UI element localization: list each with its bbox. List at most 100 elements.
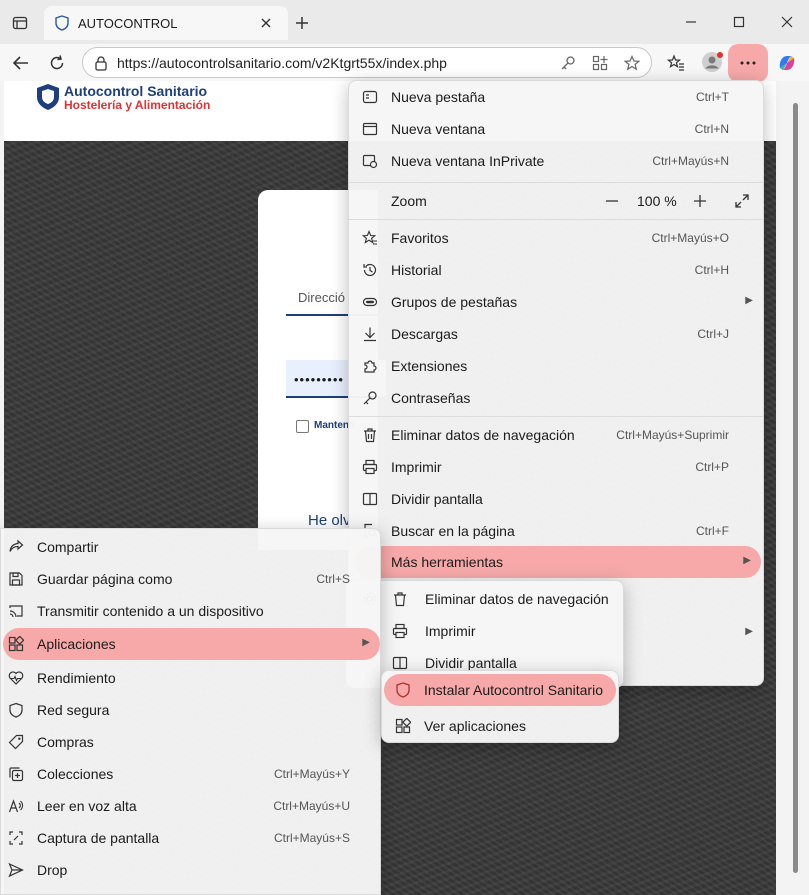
profile-avatar[interactable] xyxy=(700,50,724,74)
menu-item-extensions[interactable]: Extensiones xyxy=(349,350,763,382)
drop-icon xyxy=(7,861,25,879)
menu-item-shortcut: Ctrl+S xyxy=(316,572,350,586)
more-tools-menu-left: Compartir Guardar página como Ctrl+S Tra… xyxy=(0,528,381,895)
trash-icon xyxy=(391,590,409,608)
refresh-button[interactable] xyxy=(44,50,70,76)
menu-item-new-window[interactable]: Nueva ventana Ctrl+N xyxy=(349,113,763,145)
secure-network-icon xyxy=(7,701,25,719)
menu-item-label: Nueva ventana InPrivate xyxy=(391,153,545,169)
favorites-bar-icon[interactable] xyxy=(664,51,688,75)
back-button[interactable] xyxy=(8,50,34,76)
menu-item-shortcut: Ctrl+Mayús+S xyxy=(273,831,350,845)
menu-item-label: Dividir pantalla xyxy=(425,655,517,671)
tab-bar: AUTOCONTROL xyxy=(0,0,809,44)
menu-item-label: Compartir xyxy=(37,539,99,555)
new-tab-button[interactable] xyxy=(290,12,314,34)
site-logo-subtitle: Hostelería y Alimentación xyxy=(64,98,211,112)
fullscreen-icon[interactable] xyxy=(733,192,751,210)
menu-item-history[interactable]: Historial Ctrl+H xyxy=(349,254,763,286)
collections-icon xyxy=(7,765,25,783)
read-aloud-icon xyxy=(7,797,25,815)
password-key-icon[interactable] xyxy=(559,54,577,72)
shopping-tag-icon xyxy=(7,733,25,751)
menu-item-label: Nueva pestaña xyxy=(391,89,486,105)
url-text[interactable]: https://autocontrolsanitario.com/v2Ktgrt… xyxy=(117,55,447,71)
maximize-button[interactable] xyxy=(724,10,754,34)
menu-item-label: Captura de pantalla xyxy=(37,830,160,846)
address-bar[interactable]: https://autocontrolsanitario.com/v2Ktgrt… xyxy=(82,47,652,78)
zoom-row: Zoom 100 % xyxy=(349,184,763,218)
menu-item-apps[interactable]: Aplicaciones ▶ xyxy=(3,628,380,660)
site-logo-shield-icon xyxy=(34,81,62,113)
lock-icon[interactable] xyxy=(93,55,109,71)
menu-item-shortcut: Ctrl+T xyxy=(696,90,729,104)
menu-item-split-screen[interactable]: Dividir pantalla xyxy=(349,483,763,515)
menu-item-secure-network[interactable]: Red segura xyxy=(1,694,380,726)
trash-icon xyxy=(361,426,379,444)
menu-item-view-apps[interactable]: Ver aplicaciones xyxy=(382,710,618,742)
zoom-in-button[interactable] xyxy=(691,192,709,210)
close-window-button[interactable] xyxy=(772,10,802,34)
menu-item-favorites[interactable]: Favoritos Ctrl+Mayús+O xyxy=(349,222,763,254)
menu-item-shortcut: Ctrl+P xyxy=(695,460,729,474)
more-dots-icon xyxy=(738,58,758,68)
menu-item-shopping[interactable]: Compras xyxy=(1,726,380,758)
menu-item-label: Más herramientas xyxy=(391,554,504,570)
menu-item-new-tab[interactable]: Nueva pestaña Ctrl+T xyxy=(349,81,763,113)
favorite-star-icon[interactable] xyxy=(623,54,641,72)
menu-item-drop[interactable]: Drop xyxy=(1,854,380,886)
close-tab-icon[interactable] xyxy=(258,15,274,31)
cast-icon xyxy=(7,602,25,620)
zoom-value: 100 % xyxy=(637,193,677,209)
menu-item-share[interactable]: Compartir xyxy=(1,531,380,563)
menu-item-clear-browsing-data[interactable]: Eliminar datos de navegación Ctrl+Mayús+… xyxy=(349,419,763,451)
keep-session-checkbox[interactable] xyxy=(296,420,309,433)
menu-item-label: Favoritos xyxy=(391,230,449,246)
site-favicon-icon xyxy=(54,15,70,31)
menu-item-label: Nueva ventana xyxy=(391,121,486,137)
menu-item-find-on-page[interactable]: Buscar en la página Ctrl+F xyxy=(349,515,763,547)
menu-item-install-site-app[interactable]: Instalar Autocontrol Sanitario xyxy=(384,674,616,706)
menu-item-clear-browsing-data[interactable]: Eliminar datos de navegación xyxy=(347,583,623,615)
menu-divider xyxy=(349,182,763,183)
menu-item-screenshot[interactable]: Captura de pantalla Ctrl+Mayús+S xyxy=(1,822,380,854)
menu-item-tab-groups[interactable]: Grupos de pestañas ▶ xyxy=(349,286,763,318)
print-icon xyxy=(391,622,409,640)
scrollbar-thumb[interactable] xyxy=(793,103,798,873)
menu-item-cast[interactable]: Transmitir contenido a un dispositivo xyxy=(1,595,380,627)
menu-item-collections[interactable]: Colecciones Ctrl+Mayús+Y xyxy=(1,758,380,790)
inprivate-icon xyxy=(361,152,379,170)
menu-item-more-tools[interactable]: Más herramientas ▶ xyxy=(355,546,761,578)
menu-item-downloads[interactable]: Descargas Ctrl+J xyxy=(349,318,763,350)
menu-item-label: Eliminar datos de navegación xyxy=(425,591,609,607)
menu-item-shortcut: Ctrl+Mayús+N xyxy=(652,154,729,168)
menu-item-new-inprivate-window[interactable]: Nueva ventana InPrivate Ctrl+Mayús+N xyxy=(349,145,763,177)
copilot-icon[interactable] xyxy=(775,51,799,75)
tab-autocontrol[interactable]: AUTOCONTROL xyxy=(44,6,288,40)
menu-item-passwords[interactable]: Contraseñas xyxy=(349,382,763,414)
vertical-scrollbar[interactable] xyxy=(790,81,804,895)
menu-item-print[interactable]: Imprimir Ctrl+P xyxy=(349,451,763,483)
menu-item-label: Extensiones xyxy=(391,358,468,374)
menu-item-shortcut: Ctrl+Mayús+O xyxy=(651,231,729,245)
menu-item-label: Buscar en la página xyxy=(391,523,515,539)
app-available-icon[interactable] xyxy=(591,54,609,72)
menu-divider xyxy=(349,219,763,220)
tab-actions-icon[interactable] xyxy=(8,12,32,34)
menu-item-label: Rendimiento xyxy=(37,670,116,686)
print-icon xyxy=(361,458,379,476)
menu-item-performance[interactable]: Rendimiento xyxy=(1,662,380,694)
menu-item-read-aloud[interactable]: Leer en voz alta Ctrl+Mayús+U xyxy=(1,790,380,822)
menu-item-print[interactable]: Imprimir xyxy=(347,615,623,647)
forgot-password-link[interactable]: He olv xyxy=(308,512,351,529)
menu-item-save-page[interactable]: Guardar página como Ctrl+S xyxy=(1,563,380,595)
menu-item-label: Dividir pantalla xyxy=(391,491,483,507)
settings-and-more-button[interactable] xyxy=(728,44,768,82)
menu-item-shortcut: Ctrl+Mayús+Suprimir xyxy=(616,428,729,442)
zoom-out-button[interactable] xyxy=(603,192,621,210)
email-field-label[interactable]: Direcció xyxy=(298,290,345,305)
minimize-button[interactable] xyxy=(676,10,706,34)
menu-item-label: Instalar Autocontrol Sanitario xyxy=(424,682,603,698)
apps-icon xyxy=(7,635,25,653)
extensions-icon xyxy=(361,357,379,375)
